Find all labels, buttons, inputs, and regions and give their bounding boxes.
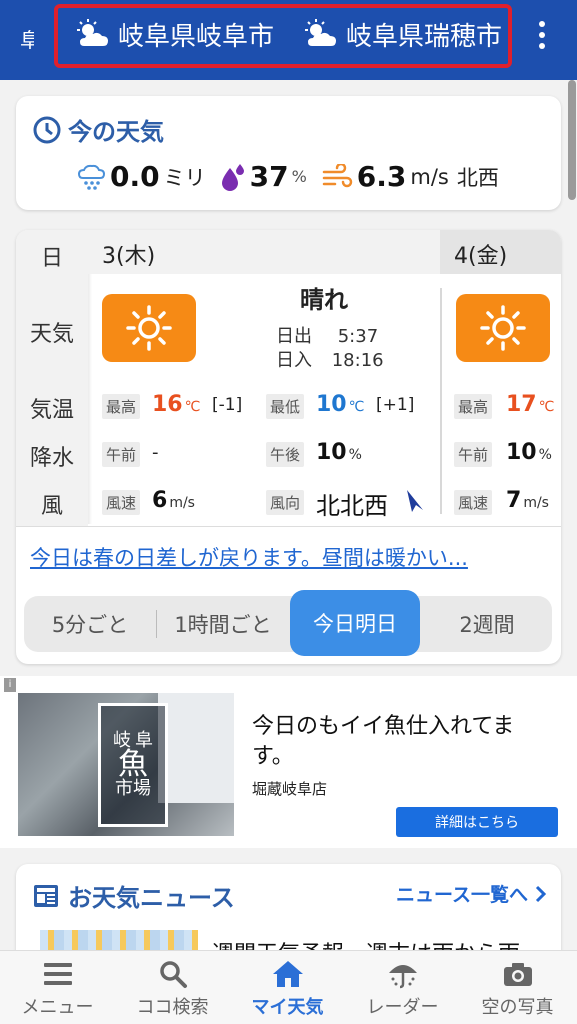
more-vert-icon[interactable] [532, 18, 552, 52]
forecast-row-labels [16, 230, 88, 526]
ad-image[interactable]: 岐阜 魚 市場 [18, 693, 234, 836]
wind-direction-arrow-icon [407, 490, 423, 512]
top-bar: 阜 岐阜県岐阜市 岐阜県瑞穂市 [0, 0, 577, 80]
wind-unit: m/s [410, 164, 449, 189]
rain-cloud-icon [77, 164, 106, 190]
day1-max-diff: [-1] [212, 395, 243, 415]
ad-headline[interactable]: 今日のもイイ魚仕入れてます。 [252, 712, 552, 772]
humidity-drops-icon [221, 163, 244, 191]
sunrise-row: 日出 5:37 [276, 326, 379, 347]
ad-image-sign: 岐阜 魚 市場 [98, 703, 168, 827]
day1-wind-dir: 北北西 [316, 492, 388, 520]
max-temp-tag: 最高 [102, 394, 141, 419]
wind-speed-tag: 風速 [454, 490, 493, 515]
nav-my-weather[interactable]: マイ天気 [230, 951, 345, 1024]
day1-min-temp: 10 ℃ [316, 392, 365, 417]
am-tag: 午前 [454, 442, 493, 467]
row-label-temp: 気温 [29, 398, 74, 423]
nav-search[interactable]: ココ検索 [115, 951, 230, 1024]
tab-today-tomorrow[interactable]: 今日明日 [290, 590, 420, 656]
ad-shop-name: 堀蔵岐阜店 [252, 780, 328, 798]
location-label: 岐阜県瑞穂市 [346, 21, 503, 52]
sunny-icon [102, 294, 196, 362]
location-tab-gifu[interactable]: 岐阜県岐阜市 [74, 12, 274, 56]
day1-max-temp: 16 ℃ [152, 392, 201, 417]
row-label-day: 日 [40, 246, 63, 271]
tab-2weeks[interactable]: 2週間 [422, 596, 552, 652]
search-icon [159, 961, 187, 988]
day2-am-precip: 10% [506, 440, 552, 465]
location-label: 岐阜県岐阜市 [118, 21, 275, 52]
location-tab-partial[interactable]: 阜 [20, 24, 34, 53]
tab-5min[interactable]: 5分ごと [24, 596, 156, 652]
humidity-value: 37 [249, 160, 289, 193]
clock-icon [33, 116, 61, 143]
max-temp-tag: 最高 [454, 394, 493, 419]
sunrise-time: 5:37 [337, 326, 379, 347]
scrollbar[interactable] [568, 80, 576, 200]
tab-hourly[interactable]: 1時間ごと [158, 596, 288, 652]
wind-direction: 北西 [456, 165, 499, 190]
day1-pm-precip: 10% [316, 440, 362, 465]
forecast-comment-link[interactable]: 今日は春の日差しが戻ります。昼間は暖かい... [30, 542, 468, 572]
min-temp-tag: 最低 [266, 394, 305, 419]
news-title: お天気ニュース [32, 878, 235, 913]
day1-wind-speed: 6 m/s [152, 488, 195, 513]
nav-menu[interactable]: メニュー [0, 951, 115, 1024]
day1-am-precip: - [152, 442, 159, 463]
nav-sky-photos[interactable]: 空の写真 [460, 951, 575, 1024]
newspaper-icon [34, 884, 58, 907]
bottom-navigation: メニュー ココ検索 マイ天気 レーダー 空の写真 [0, 950, 577, 1024]
ad-details-button[interactable]: 詳細はこちら [396, 807, 558, 837]
wind-speed-tag: 風速 [102, 490, 141, 515]
humidity-unit: % [291, 167, 307, 186]
location-tab-mizuho[interactable]: 岐阜県瑞穂市 [302, 12, 502, 56]
ad-info-icon[interactable]: i [4, 678, 16, 692]
am-tag: 午前 [102, 442, 141, 467]
sunset-row: 日入 18:16 [276, 350, 384, 371]
news-list-link[interactable]: ニュース一覧へ [396, 880, 547, 907]
row-label-weather: 天気 [29, 322, 74, 347]
day2-label: 4(金) [454, 244, 508, 269]
row-label-wind: 風 [40, 494, 63, 519]
day-divider [440, 288, 442, 514]
forecast-card: 日 天気 気温 降水 風 3(木) 4(金) 晴れ 日出 5:37 日入 18:… [16, 230, 561, 664]
chevron-right-icon [535, 885, 546, 903]
rain-unit: ミリ [163, 165, 206, 190]
radar-umbrella-icon [388, 965, 417, 989]
day2-wind-speed: 7 m/s [506, 488, 549, 513]
sun-cloud-icon [305, 19, 336, 46]
forecast-period-tabs: 5分ごと 1時間ごと 今日明日 2週間 [24, 590, 552, 656]
pm-tag: 午後 [266, 442, 305, 467]
hamburger-icon [43, 963, 72, 985]
day1-condition: 晴れ [300, 286, 348, 314]
day1-min-diff: [+1] [376, 395, 415, 415]
sun-cloud-icon [77, 19, 108, 46]
wind-dir-tag: 風向 [266, 490, 305, 515]
nav-radar[interactable]: レーダー [345, 951, 460, 1024]
home-icon [272, 961, 303, 987]
wind-value: 6.3 [356, 160, 407, 193]
day2-max-temp: 17 ℃ [506, 392, 555, 417]
current-weather-title: 今の天気 [32, 112, 164, 147]
current-weather-values: 0.0 ミリ 37 % 6.3 m/s 北西 [76, 160, 499, 193]
camera-icon [503, 963, 532, 986]
rain-value: 0.0 [110, 160, 160, 193]
current-weather-card: 今の天気 0.0 ミリ 37 % 6.3 m/s 北西 [16, 96, 561, 210]
wind-icon [322, 163, 353, 187]
day1-label: 3(木) [102, 244, 156, 269]
row-label-precip: 降水 [29, 446, 74, 471]
sunset-time: 18:16 [331, 350, 384, 371]
sunny-icon [456, 294, 550, 362]
